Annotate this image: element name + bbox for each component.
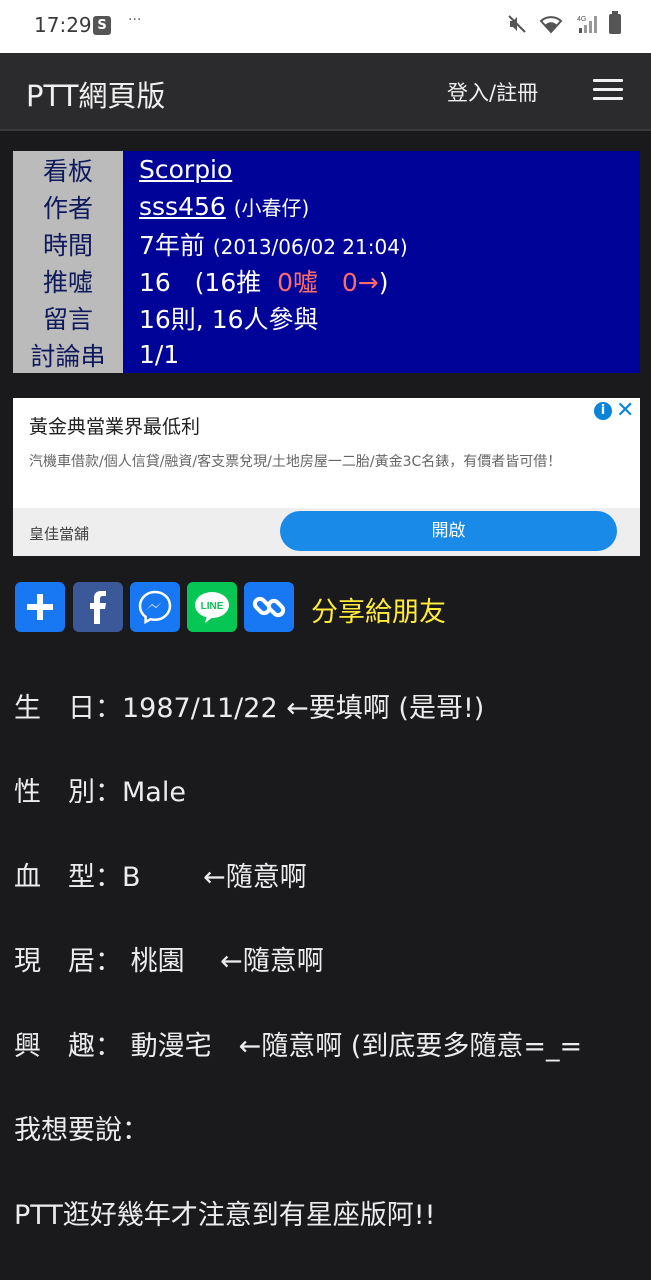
article-meta-table: 看板 Scorpio 作者 sss456 (小春仔) 時間 7年前 (2013/…	[13, 151, 640, 373]
login-register-link[interactable]: 登入/註冊	[447, 77, 538, 107]
time-relative: 7年前	[139, 230, 205, 260]
author-nickname: (小春仔)	[233, 196, 310, 220]
line-icon: LINE	[195, 592, 229, 623]
hamburger-menu-icon[interactable]	[593, 79, 623, 103]
site-brand[interactable]: PTT網頁版	[26, 73, 165, 115]
comments-label: 留言	[13, 299, 123, 336]
share-more-button[interactable]	[15, 582, 65, 632]
share-line-button[interactable]: LINE	[187, 582, 237, 632]
status-time: 17:29	[34, 13, 92, 37]
push-arrow-count: 0→)	[341, 267, 389, 297]
share-label: 分享給朋友	[311, 597, 446, 628]
content-line: 血 型：B ←隨意啊	[14, 862, 307, 893]
ad-footer: 皇佳當舖 開啟	[13, 508, 640, 556]
time-label: 時間	[13, 225, 123, 262]
plus-icon	[27, 594, 53, 620]
messenger-icon	[138, 590, 172, 625]
content-line: 興 趣： 動漫宅 ←隨意啊 (到底要多隨意=_=	[14, 1031, 583, 1062]
push-down-count: 0噓	[277, 267, 319, 297]
network-type-label: 4G	[577, 16, 586, 23]
top-navbar: PTT網頁版 登入/註冊	[0, 53, 651, 131]
battery-icon	[609, 11, 621, 34]
content-line: 性 別：Male	[14, 777, 186, 808]
svg-text:LINE: LINE	[201, 601, 224, 612]
content-line: 現 居： 桃園 ←隨意啊	[14, 946, 324, 977]
more-notifications-icon: ···	[128, 12, 142, 28]
ad-info-icon[interactable]: i	[594, 402, 612, 420]
share-copy-link-button[interactable]	[244, 582, 294, 632]
content-line: 我想要說：	[14, 1115, 149, 1146]
author-label: 作者	[13, 188, 123, 225]
content-line: 生 日：1987/11/22 ←要填啊 (是哥!)	[14, 693, 485, 724]
ad-banner[interactable]: 黃金典當業界最低利 i ✕ 汽機車借款/個人信貸/融資/客支票兌現/土地房屋一二…	[13, 398, 640, 556]
ad-advertiser: 皇佳當舖	[29, 525, 90, 543]
ad-open-button[interactable]: 開啟	[280, 511, 617, 551]
signal-icon: 4G	[577, 16, 597, 33]
facebook-icon	[90, 591, 106, 624]
wifi-icon	[539, 16, 563, 34]
board-label: 看板	[13, 151, 123, 188]
author-link[interactable]: sss456	[139, 192, 226, 221]
share-facebook-button[interactable]	[73, 582, 123, 632]
thread-position: 1/1	[123, 336, 640, 373]
thread-label: 討論串	[13, 336, 123, 373]
push-up-count: (16推	[194, 267, 262, 297]
board-link[interactable]: Scorpio	[139, 155, 232, 184]
shopee-icon: S	[93, 16, 111, 35]
mute-icon	[508, 15, 526, 33]
ad-close-icon[interactable]: ✕	[616, 398, 634, 423]
ad-description: 汽機車借款/個人信貸/融資/客支票兌現/土地房屋一二胎/黃金3C名錶，有價者皆可…	[29, 454, 562, 470]
status-bar: 17:29 S ··· 4G	[0, 0, 651, 53]
share-messenger-button[interactable]	[130, 582, 180, 632]
push-total: 16	[139, 267, 171, 297]
ad-title[interactable]: 黃金典當業界最低利	[29, 412, 200, 439]
time-absolute: (2013/06/02 21:04)	[212, 234, 408, 259]
link-icon	[252, 596, 286, 618]
push-label: 推噓	[13, 262, 123, 299]
comments-count: 16則, 16人參與	[123, 299, 640, 336]
content-line: PTT逛好幾年才注意到有星座版阿!!	[14, 1200, 436, 1231]
